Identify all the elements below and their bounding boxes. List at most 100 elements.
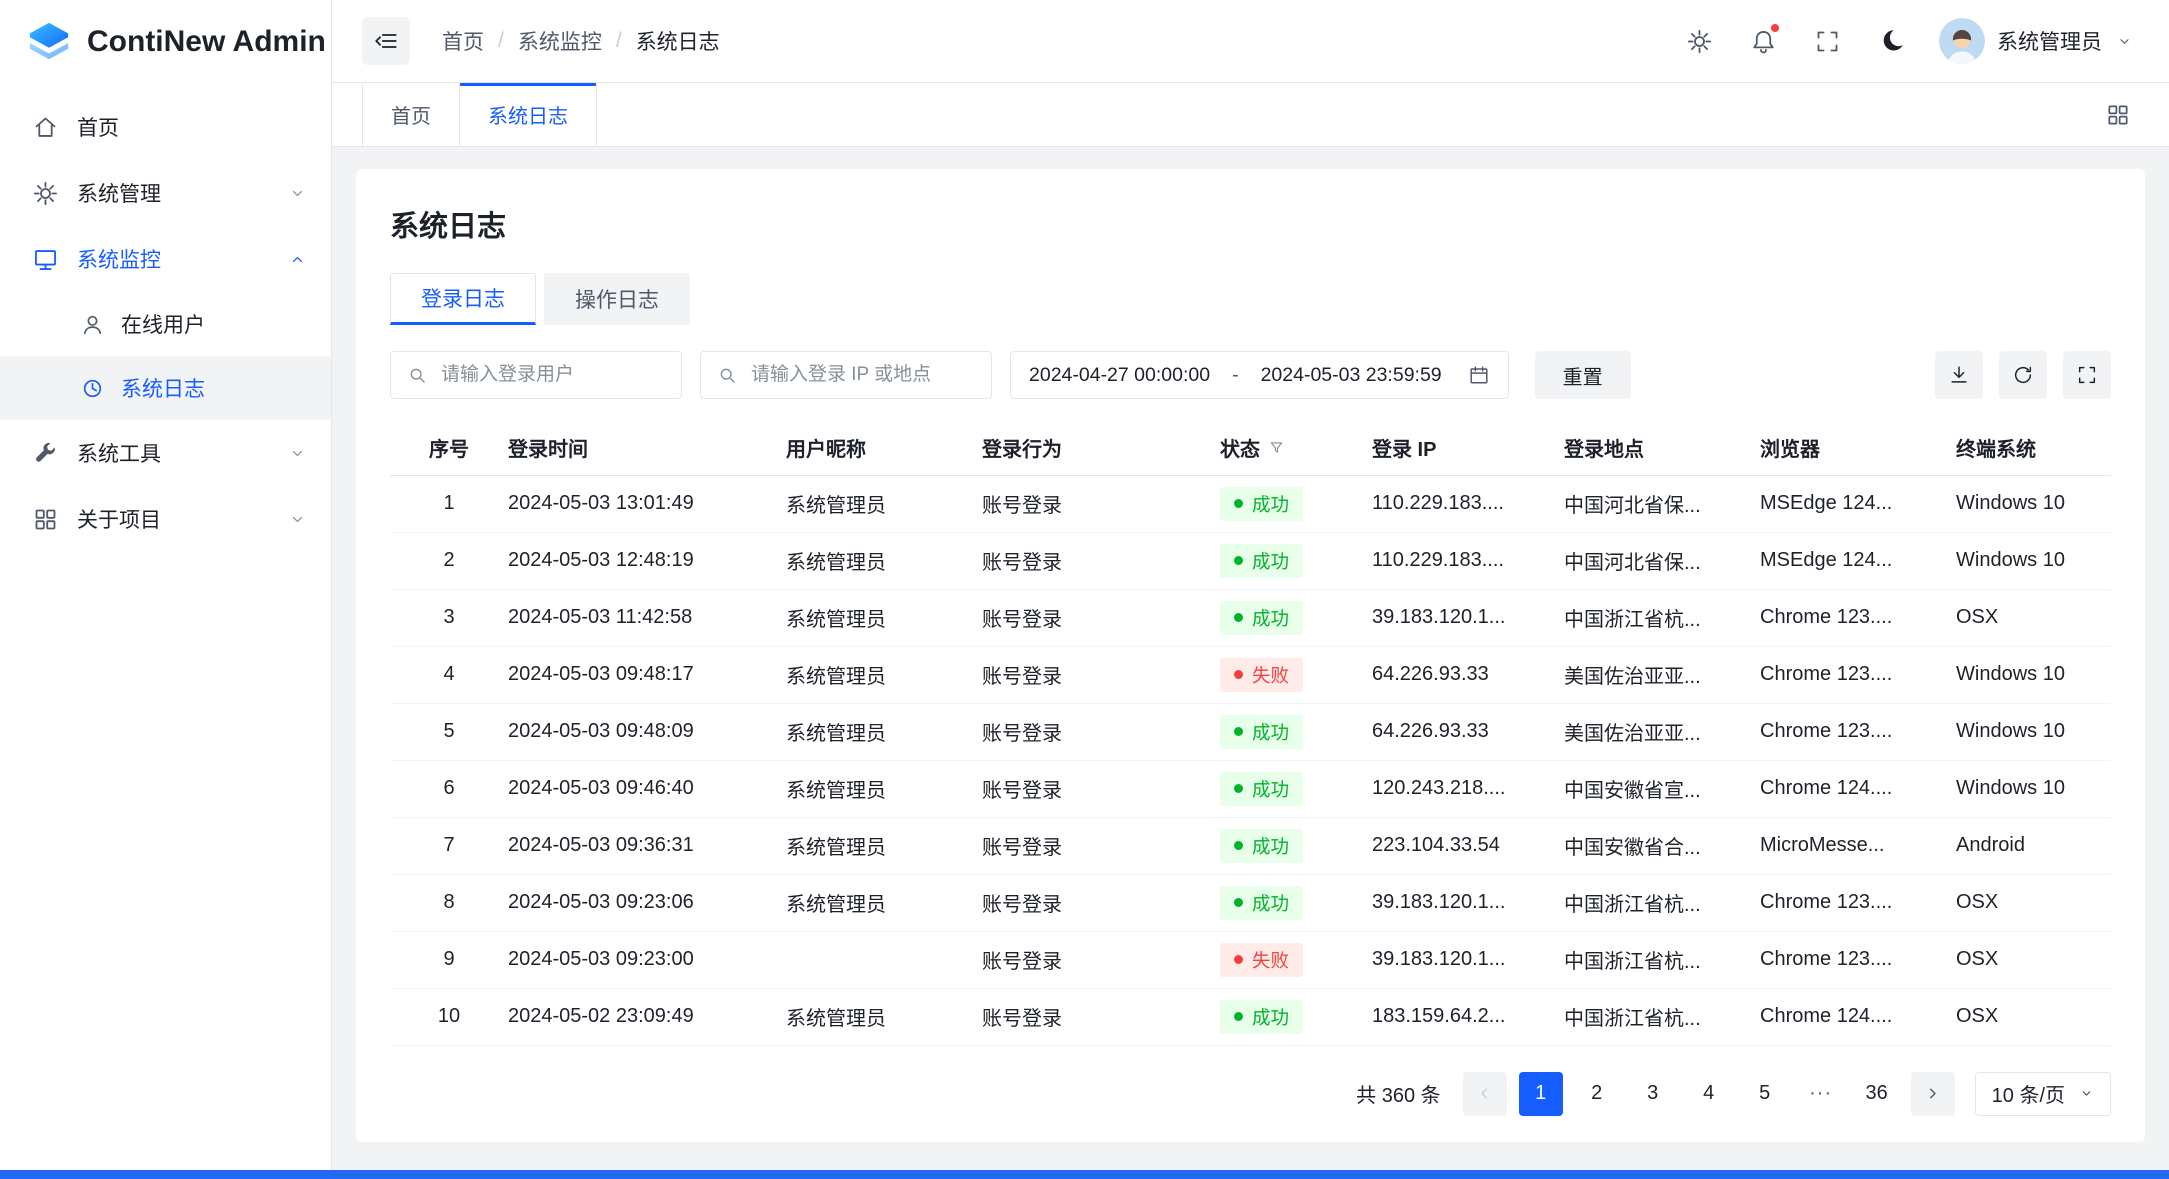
log-table-body: 12024-05-03 13:01:49系统管理员账号登录成功110.229.1…: [390, 475, 2111, 1045]
gear-icon: [32, 180, 59, 207]
sidebar-item-label: 首页: [77, 112, 119, 142]
moon-icon: [1878, 28, 1905, 55]
cell-index: 4: [390, 646, 508, 703]
cell-login-time: 2024-05-03 09:46:40: [508, 760, 786, 817]
tab-home[interactable]: 首页: [362, 83, 460, 146]
page-size-select[interactable]: 10 条/页: [1975, 1072, 2111, 1116]
tab-login-logs[interactable]: 登录日志: [390, 273, 536, 325]
notifications-button[interactable]: [1747, 25, 1779, 57]
cell-os: OSX: [1956, 931, 2111, 988]
sidebar-item-home[interactable]: 首页: [0, 94, 331, 160]
pagination-next-button[interactable]: [1911, 1072, 1955, 1116]
pagination-prev-button[interactable]: [1463, 1072, 1507, 1116]
bottom-accent-bar: [0, 1170, 2169, 1179]
sidebar-item-label: 系统监控: [77, 244, 161, 274]
dark-mode-button[interactable]: [1875, 25, 1907, 57]
reset-button[interactable]: 重置: [1535, 351, 1631, 399]
pagination-page-1[interactable]: 1: [1519, 1072, 1563, 1116]
pagination-page-3[interactable]: 3: [1631, 1072, 1675, 1116]
tab-label: 操作日志: [575, 284, 659, 314]
user-menu[interactable]: 系统管理员: [1939, 18, 2133, 64]
status-badge: 成功: [1220, 1000, 1303, 1034]
tabs-bar: 首页 系统日志: [332, 83, 2169, 147]
pagination-page-2[interactable]: 2: [1575, 1072, 1619, 1116]
cell-location: 中国安徽省宣...: [1564, 760, 1760, 817]
main-area: 首页 / 系统监控 / 系统日志: [332, 0, 2169, 1179]
search-icon: [407, 365, 428, 386]
log-tabs: 登录日志 操作日志: [390, 273, 2111, 325]
breadcrumb-item-monitor[interactable]: 系统监控: [518, 26, 602, 56]
cell-browser: MSEdge 124...: [1760, 475, 1956, 532]
sidebar-item-about-project[interactable]: 关于项目: [0, 486, 331, 552]
tab-label: 系统日志: [488, 100, 568, 129]
date-end: 2024-05-03 23:59:59: [1261, 364, 1442, 387]
fullscreen-button[interactable]: [1811, 25, 1843, 57]
pagination-page-4[interactable]: 4: [1687, 1072, 1731, 1116]
date-range-picker[interactable]: 2024-04-27 00:00:00 - 2024-05-03 23:59:5…: [1010, 351, 1509, 399]
sidebar-item-online-users[interactable]: 在线用户: [0, 292, 331, 356]
cell-browser: Chrome 123....: [1760, 874, 1956, 931]
cell-os: OSX: [1956, 988, 2111, 1045]
cell-os: Android: [1956, 817, 2111, 874]
chevron-up-icon: [288, 250, 307, 269]
table-row: 82024-05-03 09:23:06系统管理员账号登录成功39.183.12…: [390, 874, 2111, 931]
pagination-page-5[interactable]: 5: [1743, 1072, 1787, 1116]
cell-nickname: 系统管理员: [786, 532, 982, 589]
table-row: 52024-05-03 09:48:09系统管理员账号登录成功64.226.93…: [390, 703, 2111, 760]
home-icon: [32, 114, 59, 141]
app-title: ContiNew Admin: [87, 25, 326, 59]
grid-icon: [2105, 102, 2131, 128]
cell-ip: 110.229.183....: [1372, 532, 1564, 589]
app-logo[interactable]: ContiNew Admin: [0, 0, 331, 84]
sidebar-item-system-logs[interactable]: 系统日志: [0, 356, 331, 420]
settings-button[interactable]: [1683, 25, 1715, 57]
table-fullscreen-button[interactable]: [2063, 351, 2111, 399]
cell-location: 中国浙江省杭...: [1564, 874, 1760, 931]
col-ip: 登录 IP: [1372, 421, 1564, 475]
refresh-button[interactable]: [1999, 351, 2047, 399]
cell-location: 美国佐治亚亚...: [1564, 703, 1760, 760]
pagination-page-36[interactable]: 36: [1855, 1072, 1899, 1116]
filter-icon[interactable]: [1268, 439, 1285, 456]
chevron-left-icon: [1476, 1085, 1493, 1102]
export-button[interactable]: [1935, 351, 1983, 399]
cell-location: 中国浙江省杭...: [1564, 589, 1760, 646]
table-header-row: 序号 登录时间 用户昵称 登录行为 状态 登录 IP 登录: [390, 421, 2111, 475]
sidebar-item-system-tools[interactable]: 系统工具: [0, 420, 331, 486]
header: 首页 / 系统监控 / 系统日志: [332, 0, 2169, 83]
cell-status: 成功: [1220, 475, 1372, 532]
cell-ip: 120.243.218....: [1372, 760, 1564, 817]
status-badge: 成功: [1220, 829, 1303, 863]
sidebar-item-system-monitor[interactable]: 系统监控: [0, 226, 331, 292]
cell-browser: Chrome 123....: [1760, 931, 1956, 988]
chevron-down-icon: [288, 184, 307, 203]
tab-system-logs[interactable]: 系统日志: [460, 83, 597, 146]
breadcrumb-item-home[interactable]: 首页: [442, 26, 484, 56]
sidebar-item-system-management[interactable]: 系统管理: [0, 160, 331, 226]
date-separator: -: [1232, 364, 1239, 387]
tab-layout-button[interactable]: [2105, 100, 2135, 130]
cell-index: 2: [390, 532, 508, 589]
grid-icon: [32, 506, 59, 533]
cell-index: 5: [390, 703, 508, 760]
search-ip-input[interactable]: [749, 363, 975, 387]
refresh-icon: [2012, 364, 2034, 386]
sidebar-collapse-button[interactable]: [362, 17, 410, 65]
cell-login-time: 2024-05-03 09:23:06: [508, 874, 786, 931]
cell-browser: Chrome 123....: [1760, 589, 1956, 646]
cell-location: 中国河北省保...: [1564, 532, 1760, 589]
table-row: 42024-05-03 09:48:17系统管理员账号登录失败64.226.93…: [390, 646, 2111, 703]
cell-status: 失败: [1220, 646, 1372, 703]
search-user-input[interactable]: [439, 363, 665, 387]
tab-operation-logs[interactable]: 操作日志: [544, 273, 690, 325]
col-index: 序号: [390, 421, 508, 475]
cell-browser: Chrome 124....: [1760, 988, 1956, 1045]
pagination-ellipsis[interactable]: ···: [1799, 1072, 1843, 1116]
sidebar-item-label: 关于项目: [77, 504, 161, 534]
table-actions: [1935, 351, 2111, 399]
chevron-down-icon: [288, 510, 307, 529]
cell-behavior: 账号登录: [982, 988, 1220, 1045]
cell-status: 成功: [1220, 589, 1372, 646]
cell-index: 8: [390, 874, 508, 931]
cell-os: OSX: [1956, 589, 2111, 646]
